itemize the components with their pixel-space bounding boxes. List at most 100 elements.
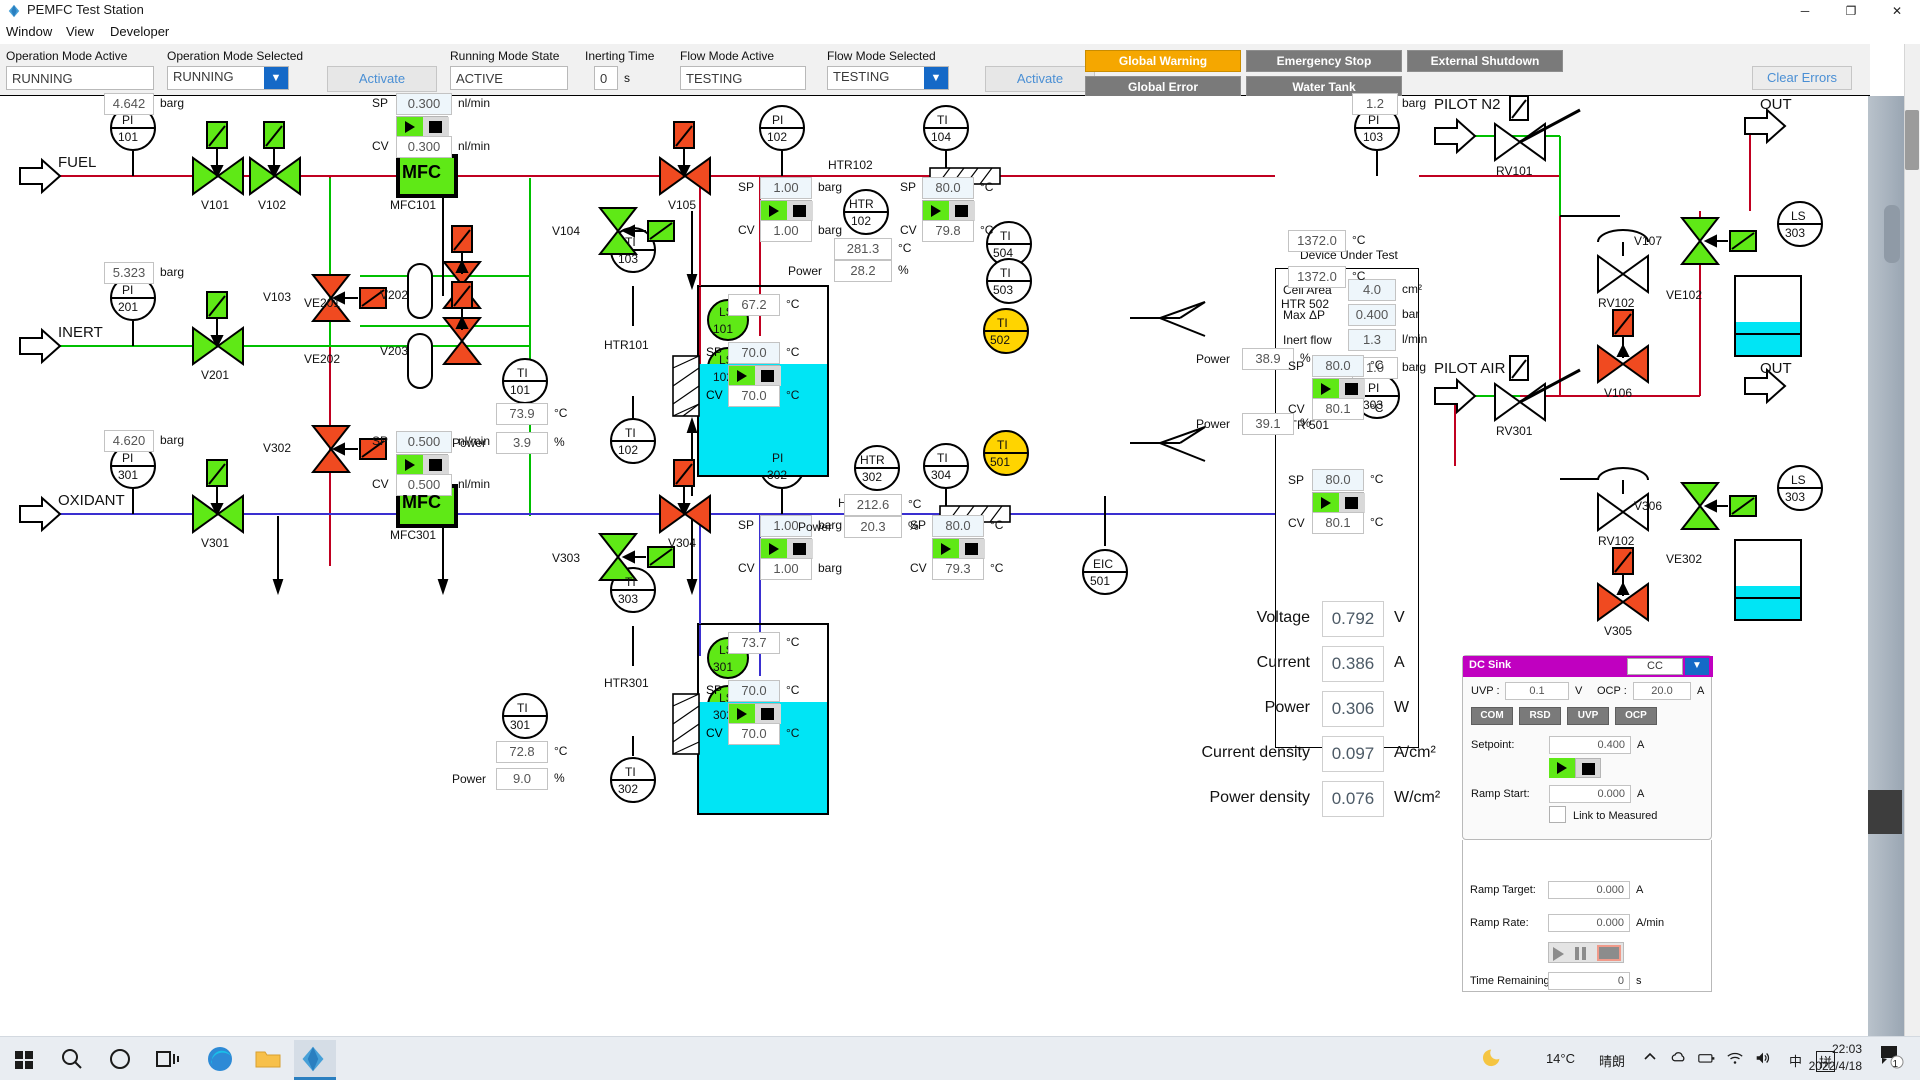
activate-flow-button[interactable]: Activate [985,66,1095,92]
tile-global-warning[interactable]: Global Warning [1085,50,1241,72]
value-setpoint[interactable]: 0.400 [1549,736,1631,754]
clear-errors-button[interactable]: Clear Errors [1752,66,1852,90]
label-valve-v105: V105 [668,198,697,212]
task-view-icon[interactable] [152,1043,184,1075]
pi302-run-stop[interactable] [760,538,813,560]
minimize-button[interactable]: ─ [1782,0,1828,22]
htr301-play-icon[interactable] [729,704,755,724]
ti304-play-icon[interactable] [933,539,959,559]
chevron-down-icon[interactable]: ▼ [264,67,288,89]
htr301-stop-icon[interactable] [755,704,781,724]
label-power-density: Power density [1209,789,1311,806]
ti104-run-stop[interactable] [922,200,975,222]
ti104-play-icon[interactable] [923,201,949,221]
htr502-play-icon[interactable] [1313,379,1339,399]
dc-sink-mode-select[interactable]: CC [1627,658,1683,675]
htr101-stop-icon[interactable] [755,366,781,386]
tag-ti-501-a: TI [997,438,1008,452]
value-ti101-temp: 73.9 [496,403,548,425]
pi102-play-icon[interactable] [761,201,787,221]
tile-emergency-stop[interactable]: Emergency Stop [1246,50,1402,72]
close-button[interactable]: ✕ [1874,0,1920,22]
edge-browser-icon[interactable] [204,1043,236,1075]
scrollbar-thumb[interactable] [1905,110,1919,170]
combo-operation-mode-selected[interactable]: RUNNING ▼ [167,66,289,90]
volume-icon[interactable] [1754,1049,1772,1067]
button-uvp[interactable]: UVP [1567,707,1609,725]
value-uvp[interactable]: 0.1 [1505,682,1569,700]
pi102-run-stop[interactable] [760,200,813,222]
dcsink-play-icon[interactable] [1549,758,1575,778]
value-mfc301-sp[interactable]: 0.500 [396,431,452,453]
htr501-run-stop[interactable] [1312,492,1365,514]
chevron-down-icon-dcsink[interactable]: ▼ [1685,658,1709,675]
htr501-stop-icon[interactable] [1339,493,1365,513]
value-ti104-sp[interactable]: 80.0 [922,177,974,199]
ti304-run-stop[interactable] [932,538,985,560]
link-to-measured-checkbox[interactable] [1549,806,1566,823]
htr502-stop-icon[interactable] [1339,379,1365,399]
search-icon[interactable] [56,1043,88,1075]
chevron-up-icon[interactable] [1642,1049,1658,1065]
taskbar-date[interactable]: 2022/4/18 [1772,1059,1862,1073]
cortana-circle-icon[interactable] [104,1043,136,1075]
value-ramp-start[interactable]: 0.000 [1549,785,1631,803]
mfc301-run-stop[interactable] [396,454,449,476]
onedrive-cloud-icon[interactable] [1670,1049,1688,1067]
mfc301-stop-icon[interactable] [423,455,449,475]
dcsink-run-stop[interactable] [1549,758,1601,778]
battery-icon[interactable] [1698,1049,1716,1067]
htr101-run-stop[interactable] [728,365,781,387]
file-explorer-icon[interactable] [252,1043,284,1075]
dcsink-stop-icon[interactable] [1575,758,1601,778]
ti304-stop-icon[interactable] [959,539,985,559]
button-rsd[interactable]: RSD [1519,707,1561,725]
htr101-play-icon[interactable] [729,366,755,386]
value-inert-flow[interactable]: 1.3 [1348,329,1396,351]
value-ocp[interactable]: 20.0 [1633,682,1691,700]
button-ocp[interactable]: OCP [1615,707,1657,725]
mfc101-run-stop[interactable] [396,116,449,138]
value-pi102-sp[interactable]: 1.00 [760,177,812,199]
tag-ti-303-b: 303 [618,592,639,606]
maximize-button[interactable]: ❐ [1828,0,1874,22]
wifi-icon[interactable] [1726,1049,1744,1067]
pi302-stop-icon[interactable] [787,539,813,559]
active-app-button[interactable] [294,1040,336,1080]
chevron-down-icon-2[interactable]: ▼ [924,67,948,89]
start-button-icon[interactable] [8,1043,40,1075]
pi302-play-icon[interactable] [761,539,787,559]
mfc301-play-icon[interactable] [397,455,423,475]
button-com[interactable]: COM [1471,707,1513,725]
value-htr501-sp[interactable]: 80.0 [1312,469,1364,491]
htr301-run-stop[interactable] [728,703,781,725]
unit-mfc101-cv: nl/min [458,139,491,153]
menu-window[interactable]: Window [6,24,52,39]
menu-view[interactable]: View [66,24,94,39]
value-mfc101-sp[interactable]: 0.300 [396,93,452,115]
value-max-dp[interactable]: 0.400 [1348,304,1396,326]
mfc101-stop-icon[interactable] [423,117,449,137]
activate-operation-button[interactable]: Activate [327,66,437,92]
ti104-stop-icon[interactable] [949,201,975,221]
field-inerting-time: 0 [594,66,618,90]
label-current-density: Current density [1201,744,1311,761]
htr502-run-stop[interactable] [1312,378,1365,400]
taskbar-time[interactable]: 22:03 [1772,1042,1862,1056]
vertical-scrollbar[interactable] [1904,44,1920,1036]
tile-external-shutdown[interactable]: External Shutdown [1407,50,1563,72]
tile-global-error[interactable]: Global Error [1085,76,1241,98]
unit-ti304-sp: °C [990,518,1004,532]
htr501-play-icon[interactable] [1313,493,1339,513]
right-panel-handle[interactable] [1884,205,1900,263]
notification-center-icon[interactable] [1878,1043,1904,1069]
menu-developer[interactable]: Developer [110,24,169,39]
pi102-stop-icon[interactable] [787,201,813,221]
value-htr502-sp[interactable]: 80.0 [1312,355,1364,377]
combo-flow-mode-selected[interactable]: TESTING ▼ [827,66,949,90]
value-htr301-sp[interactable]: 70.0 [728,680,780,702]
mfc101-play-icon[interactable] [397,117,423,137]
label-valve-v304: V304 [668,536,697,550]
value-ti304-sp[interactable]: 80.0 [932,515,984,537]
value-htr101-sp[interactable]: 70.0 [728,342,780,364]
